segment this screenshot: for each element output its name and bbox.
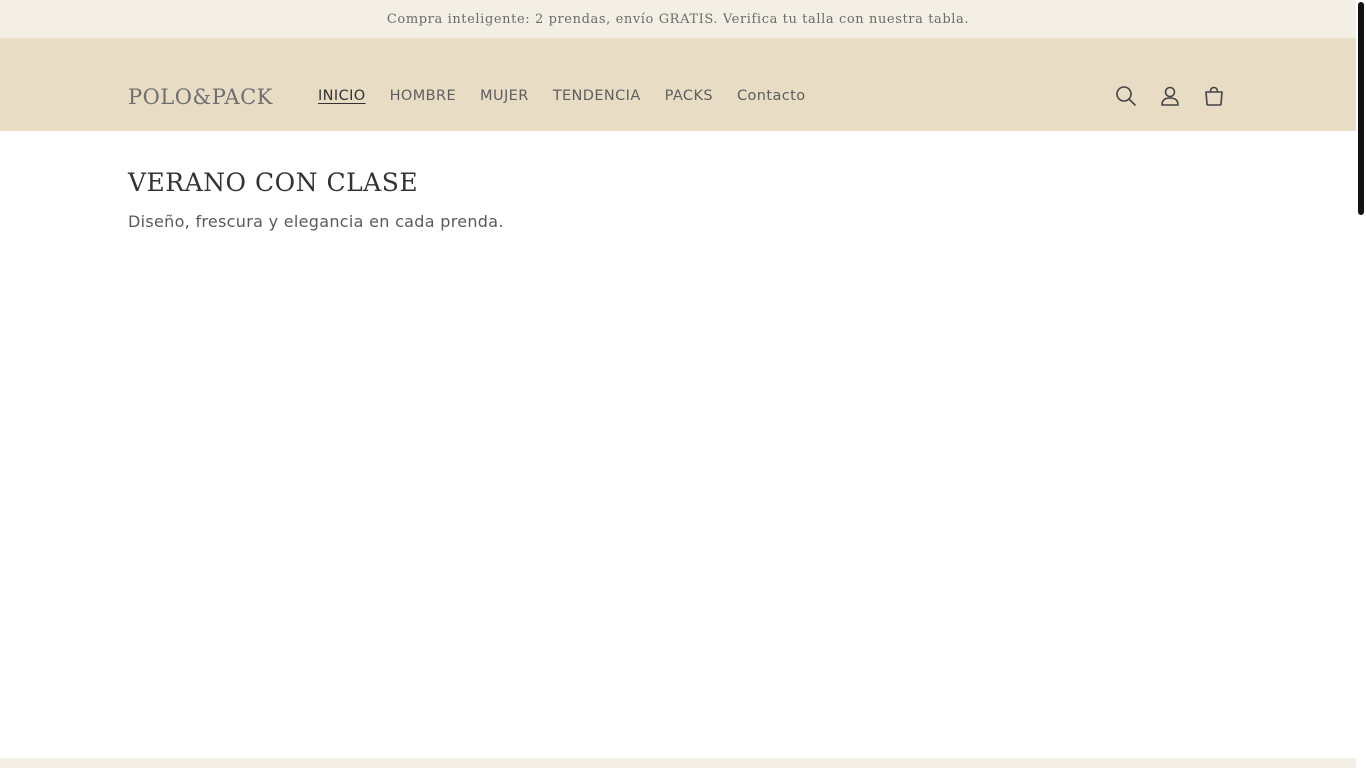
main-nav: INICIO HOMBRE MUJER TENDENCIA PACKS Cont… bbox=[306, 86, 817, 106]
search-button[interactable] bbox=[1104, 83, 1148, 109]
nav-item-contacto[interactable]: Contacto bbox=[725, 86, 818, 106]
nav-item-inicio[interactable]: INICIO bbox=[306, 86, 378, 106]
nav-item-hombre[interactable]: HOMBRE bbox=[378, 86, 468, 106]
cart-button[interactable] bbox=[1192, 83, 1236, 109]
hero-title: VERANO CON CLASE bbox=[128, 168, 419, 197]
nav-item-tendencia[interactable]: TENDENCIA bbox=[541, 86, 653, 106]
cart-icon bbox=[1205, 86, 1223, 106]
site-logo[interactable]: POLO&PACK bbox=[128, 85, 273, 109]
page-scrollbar[interactable] bbox=[1356, 0, 1366, 768]
scrollbar-thumb[interactable] bbox=[1358, 2, 1364, 215]
nav-item-packs[interactable]: PACKS bbox=[653, 86, 725, 106]
site-header: POLO&PACK INICIO HOMBRE MUJER TENDENCIA … bbox=[0, 39, 1356, 131]
account-icon bbox=[1161, 86, 1179, 106]
search-icon bbox=[1116, 86, 1136, 106]
announcement-bar: Compra inteligente: 2 prendas, envío GRA… bbox=[0, 0, 1356, 39]
account-button[interactable] bbox=[1148, 83, 1192, 109]
footer-strip bbox=[0, 758, 1356, 768]
hero-subtitle: Diseño, frescura y elegancia en cada pre… bbox=[128, 212, 504, 231]
nav-item-mujer[interactable]: MUJER bbox=[468, 86, 541, 106]
header-icons bbox=[1104, 83, 1236, 109]
announcement-text: Compra inteligente: 2 prendas, envío GRA… bbox=[386, 11, 970, 27]
